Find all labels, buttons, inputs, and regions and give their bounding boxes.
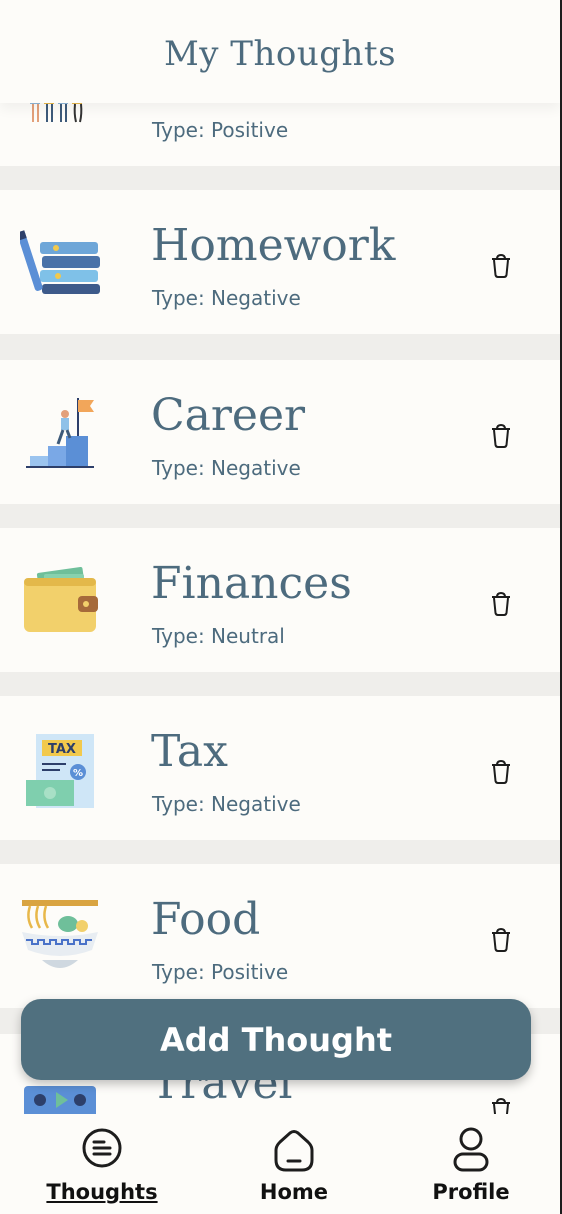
page-title: My Thoughts	[163, 34, 397, 74]
add-thought-button[interactable]: Add Thought	[21, 999, 531, 1080]
trash-icon	[492, 423, 510, 448]
thought-title: Finances	[151, 558, 352, 609]
svg-text:%: %	[73, 768, 83, 779]
thought-title: Career	[151, 390, 306, 441]
header: My Thoughts	[0, 0, 560, 103]
thought-type: Type: Positive	[152, 960, 289, 984]
tab-label: Profile	[432, 1180, 510, 1204]
bottom-tab-bar: Thoughts Home Profile	[0, 1114, 560, 1214]
thought-type: Type: Neutral	[152, 624, 285, 648]
trash-icon	[492, 591, 510, 616]
delete-button[interactable]	[486, 1094, 516, 1114]
thought-type: Type: Positive	[152, 118, 289, 142]
thought-type: Type: Negative	[152, 286, 301, 310]
wallet-icon	[20, 564, 100, 636]
career-stairs-flag-icon	[20, 396, 100, 468]
thought-card-career[interactable]: Career Type: Negative	[0, 360, 560, 504]
tab-thoughts[interactable]: Thoughts	[32, 1114, 172, 1214]
delete-button[interactable]	[486, 420, 516, 450]
separator	[0, 504, 560, 530]
thought-card-tax[interactable]: TAX % Tax Type: Negative	[0, 696, 560, 840]
trash-icon	[492, 253, 510, 278]
tab-label: Thoughts	[46, 1180, 158, 1204]
separator	[0, 840, 560, 866]
tax-document-icon: TAX %	[20, 732, 100, 808]
books-pencil-icon	[16, 226, 100, 298]
thought-card-homework[interactable]: Homework Type: Negative	[0, 190, 560, 334]
calendar-travel-icon	[20, 1078, 100, 1114]
thoughts-list-icon	[82, 1128, 122, 1168]
thought-list[interactable]: Type: Positive Homework Type: Negative C…	[0, 0, 560, 1114]
thought-card-food[interactable]: Food Type: Positive	[0, 864, 560, 1008]
thought-type: Type: Negative	[152, 792, 301, 816]
separator	[0, 166, 560, 192]
thought-title: Food	[151, 894, 261, 945]
separator	[0, 672, 560, 698]
delete-button[interactable]	[486, 924, 516, 954]
profile-icon	[453, 1127, 489, 1172]
thought-type: Type: Negative	[152, 456, 301, 480]
home-icon	[274, 1130, 314, 1172]
delete-button[interactable]	[486, 588, 516, 618]
tab-home[interactable]: Home	[224, 1114, 364, 1214]
thought-card-finances[interactable]: Finances Type: Neutral	[0, 528, 560, 672]
separator	[0, 334, 560, 360]
delete-button[interactable]	[486, 756, 516, 786]
svg-text:TAX: TAX	[48, 742, 76, 757]
thought-title: Homework	[151, 220, 396, 271]
tab-label: Home	[259, 1180, 329, 1204]
thought-title: Tax	[151, 726, 228, 777]
noodle-bowl-icon	[20, 900, 100, 972]
delete-button[interactable]	[486, 250, 516, 280]
trash-icon	[492, 759, 510, 784]
trash-icon	[492, 927, 510, 952]
trash-icon	[492, 1097, 510, 1114]
tab-profile[interactable]: Profile	[401, 1114, 541, 1214]
